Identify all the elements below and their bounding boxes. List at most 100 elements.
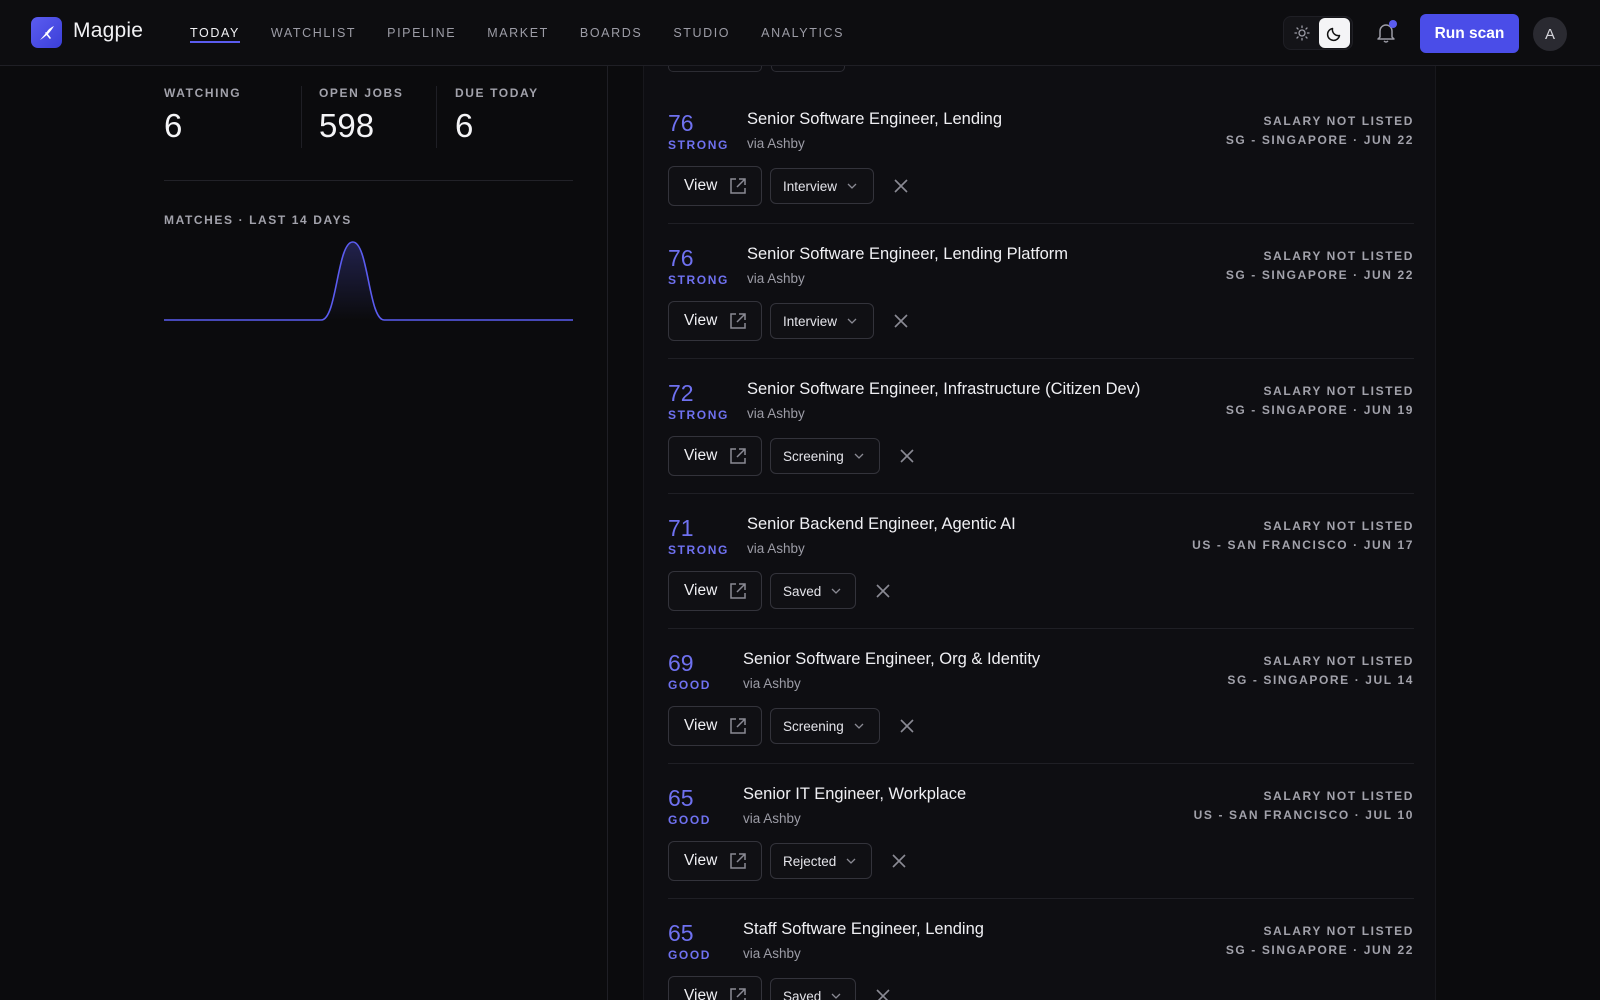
status-dropdown[interactable]: Interview (770, 303, 874, 339)
view-button[interactable]: View (668, 436, 762, 476)
job-source: via Ashby (747, 541, 805, 556)
close-icon (900, 449, 914, 463)
view-button[interactable]: View (668, 841, 762, 881)
job-row: 69 GOOD Senior Software Engineer, Org & … (668, 629, 1414, 764)
job-row: 65 GOOD Senior IT Engineer, Workplace vi… (668, 764, 1414, 899)
chevron-down-icon (846, 858, 856, 864)
status-dropdown[interactable]: Rejected (770, 843, 872, 879)
status-dropdown[interactable]: Interview (770, 168, 874, 204)
match-score: 71 (668, 515, 694, 541)
close-icon (876, 989, 890, 1000)
run-scan-button[interactable]: Run scan (1420, 14, 1519, 53)
sun-icon (1293, 25, 1310, 41)
chevron-down-icon (854, 453, 864, 459)
stat-value: 6 (455, 107, 474, 144)
job-title[interactable]: Senior Software Engineer, Infrastructure… (747, 380, 1140, 399)
status-dropdown[interactable]: Saved (770, 978, 856, 1000)
job-title[interactable]: Senior IT Engineer, Workplace (743, 785, 966, 804)
job-row: 72 STRONG Senior Software Engineer, Infr… (668, 359, 1414, 494)
salary-info: SALARY NOT LISTED (1263, 924, 1414, 938)
status-value: Saved (783, 988, 822, 1000)
view-button[interactable]: View (668, 301, 762, 341)
app-name[interactable]: Magpie (73, 19, 143, 43)
external-link-icon (730, 178, 747, 194)
dark-mode-button[interactable] (1319, 18, 1350, 48)
job-source: via Ashby (743, 946, 801, 961)
light-mode-button[interactable] (1286, 18, 1317, 48)
match-tier: GOOD (668, 678, 712, 692)
job-title[interactable]: Senior Software Engineer, Lending Platfo… (747, 245, 1068, 264)
row-actions: View Screening (668, 436, 916, 476)
nav-today[interactable]: TODAY (190, 0, 240, 66)
match-score: 65 (668, 785, 694, 811)
match-score: 76 (668, 110, 694, 136)
status-value: Interview (783, 178, 838, 194)
divider (301, 86, 302, 148)
job-source: via Ashby (743, 676, 801, 691)
salary-info: SALARY NOT LISTED (1263, 519, 1414, 533)
job-row: 76 STRONG Senior Software Engineer, Lend… (668, 89, 1414, 224)
chevron-down-icon (847, 183, 857, 189)
divider (436, 86, 437, 148)
external-link-icon (730, 448, 747, 464)
notification-dot (1389, 20, 1397, 28)
chevron-down-icon (831, 993, 841, 999)
view-label: View (684, 177, 718, 194)
chevron-down-icon (831, 588, 841, 594)
view-button[interactable]: View (668, 976, 762, 1000)
job-matches-list: 76 STRONG Senior Software Engineer, Lend… (643, 66, 1436, 1000)
salary-info: SALARY NOT LISTED (1263, 384, 1414, 398)
status-value: Screening (783, 448, 844, 464)
match-score: 65 (668, 920, 694, 946)
nav-boards[interactable]: BOARDS (580, 0, 642, 66)
location-date: SG - SINGAPORE · JUN 22 (1225, 268, 1414, 282)
stat-label: OPEN JOBS (319, 86, 404, 100)
close-icon (894, 314, 908, 328)
view-button[interactable]: View (668, 571, 762, 611)
status-dropdown[interactable] (771, 66, 845, 72)
dismiss-button[interactable] (874, 987, 892, 1000)
match-tier: STRONG (668, 138, 729, 152)
job-title[interactable]: Senior Software Engineer, Lending (747, 110, 1002, 129)
row-actions: View Interview (668, 301, 910, 341)
magpie-logo-icon[interactable] (31, 17, 62, 48)
status-dropdown[interactable]: Screening (770, 708, 880, 744)
dismiss-button[interactable] (892, 177, 910, 195)
status-dropdown[interactable]: Screening (770, 438, 880, 474)
row-actions: View Screening (668, 706, 916, 746)
view-button[interactable]: View (668, 706, 762, 746)
view-button[interactable]: View (668, 166, 762, 206)
row-actions: View Rejected (668, 841, 908, 881)
job-source: via Ashby (747, 406, 805, 421)
nav-pipeline[interactable]: PIPELINE (387, 0, 456, 66)
dismiss-button[interactable] (874, 582, 892, 600)
job-title[interactable]: Staff Software Engineer, Lending (743, 920, 984, 939)
job-title[interactable]: Senior Software Engineer, Org & Identity (743, 650, 1040, 669)
location-date: SG - SINGAPORE · JUN 19 (1225, 403, 1414, 417)
dismiss-button[interactable] (898, 717, 916, 735)
stat-label: DUE TODAY (455, 86, 539, 100)
stat-watching: WATCHING 6 (164, 86, 241, 145)
nav-market[interactable]: MARKET (487, 0, 549, 66)
row-actions: View Interview (668, 166, 910, 206)
status-value: Saved (783, 583, 822, 599)
stat-open-jobs: OPEN JOBS 598 (319, 86, 403, 145)
chart-title: MATCHES · LAST 14 DAYS (164, 213, 352, 227)
notifications-button[interactable] (1374, 20, 1398, 46)
dismiss-button[interactable] (898, 447, 916, 465)
divider (164, 180, 573, 181)
stat-label: WATCHING (164, 86, 242, 100)
nav-watchlist[interactable]: WATCHLIST (271, 0, 356, 66)
view-label: View (684, 987, 718, 1000)
job-title[interactable]: Senior Backend Engineer, Agentic AI (747, 515, 1016, 534)
chevron-down-icon (854, 723, 864, 729)
avatar[interactable]: A (1533, 17, 1567, 51)
dismiss-button[interactable] (890, 852, 908, 870)
nav-studio[interactable]: STUDIO (673, 0, 730, 66)
view-button[interactable] (668, 66, 762, 72)
status-dropdown[interactable]: Saved (770, 573, 856, 609)
salary-info: SALARY NOT LISTED (1263, 654, 1414, 668)
dismiss-button[interactable] (892, 312, 910, 330)
job-source: via Ashby (747, 271, 805, 286)
nav-analytics[interactable]: ANALYTICS (761, 0, 844, 66)
